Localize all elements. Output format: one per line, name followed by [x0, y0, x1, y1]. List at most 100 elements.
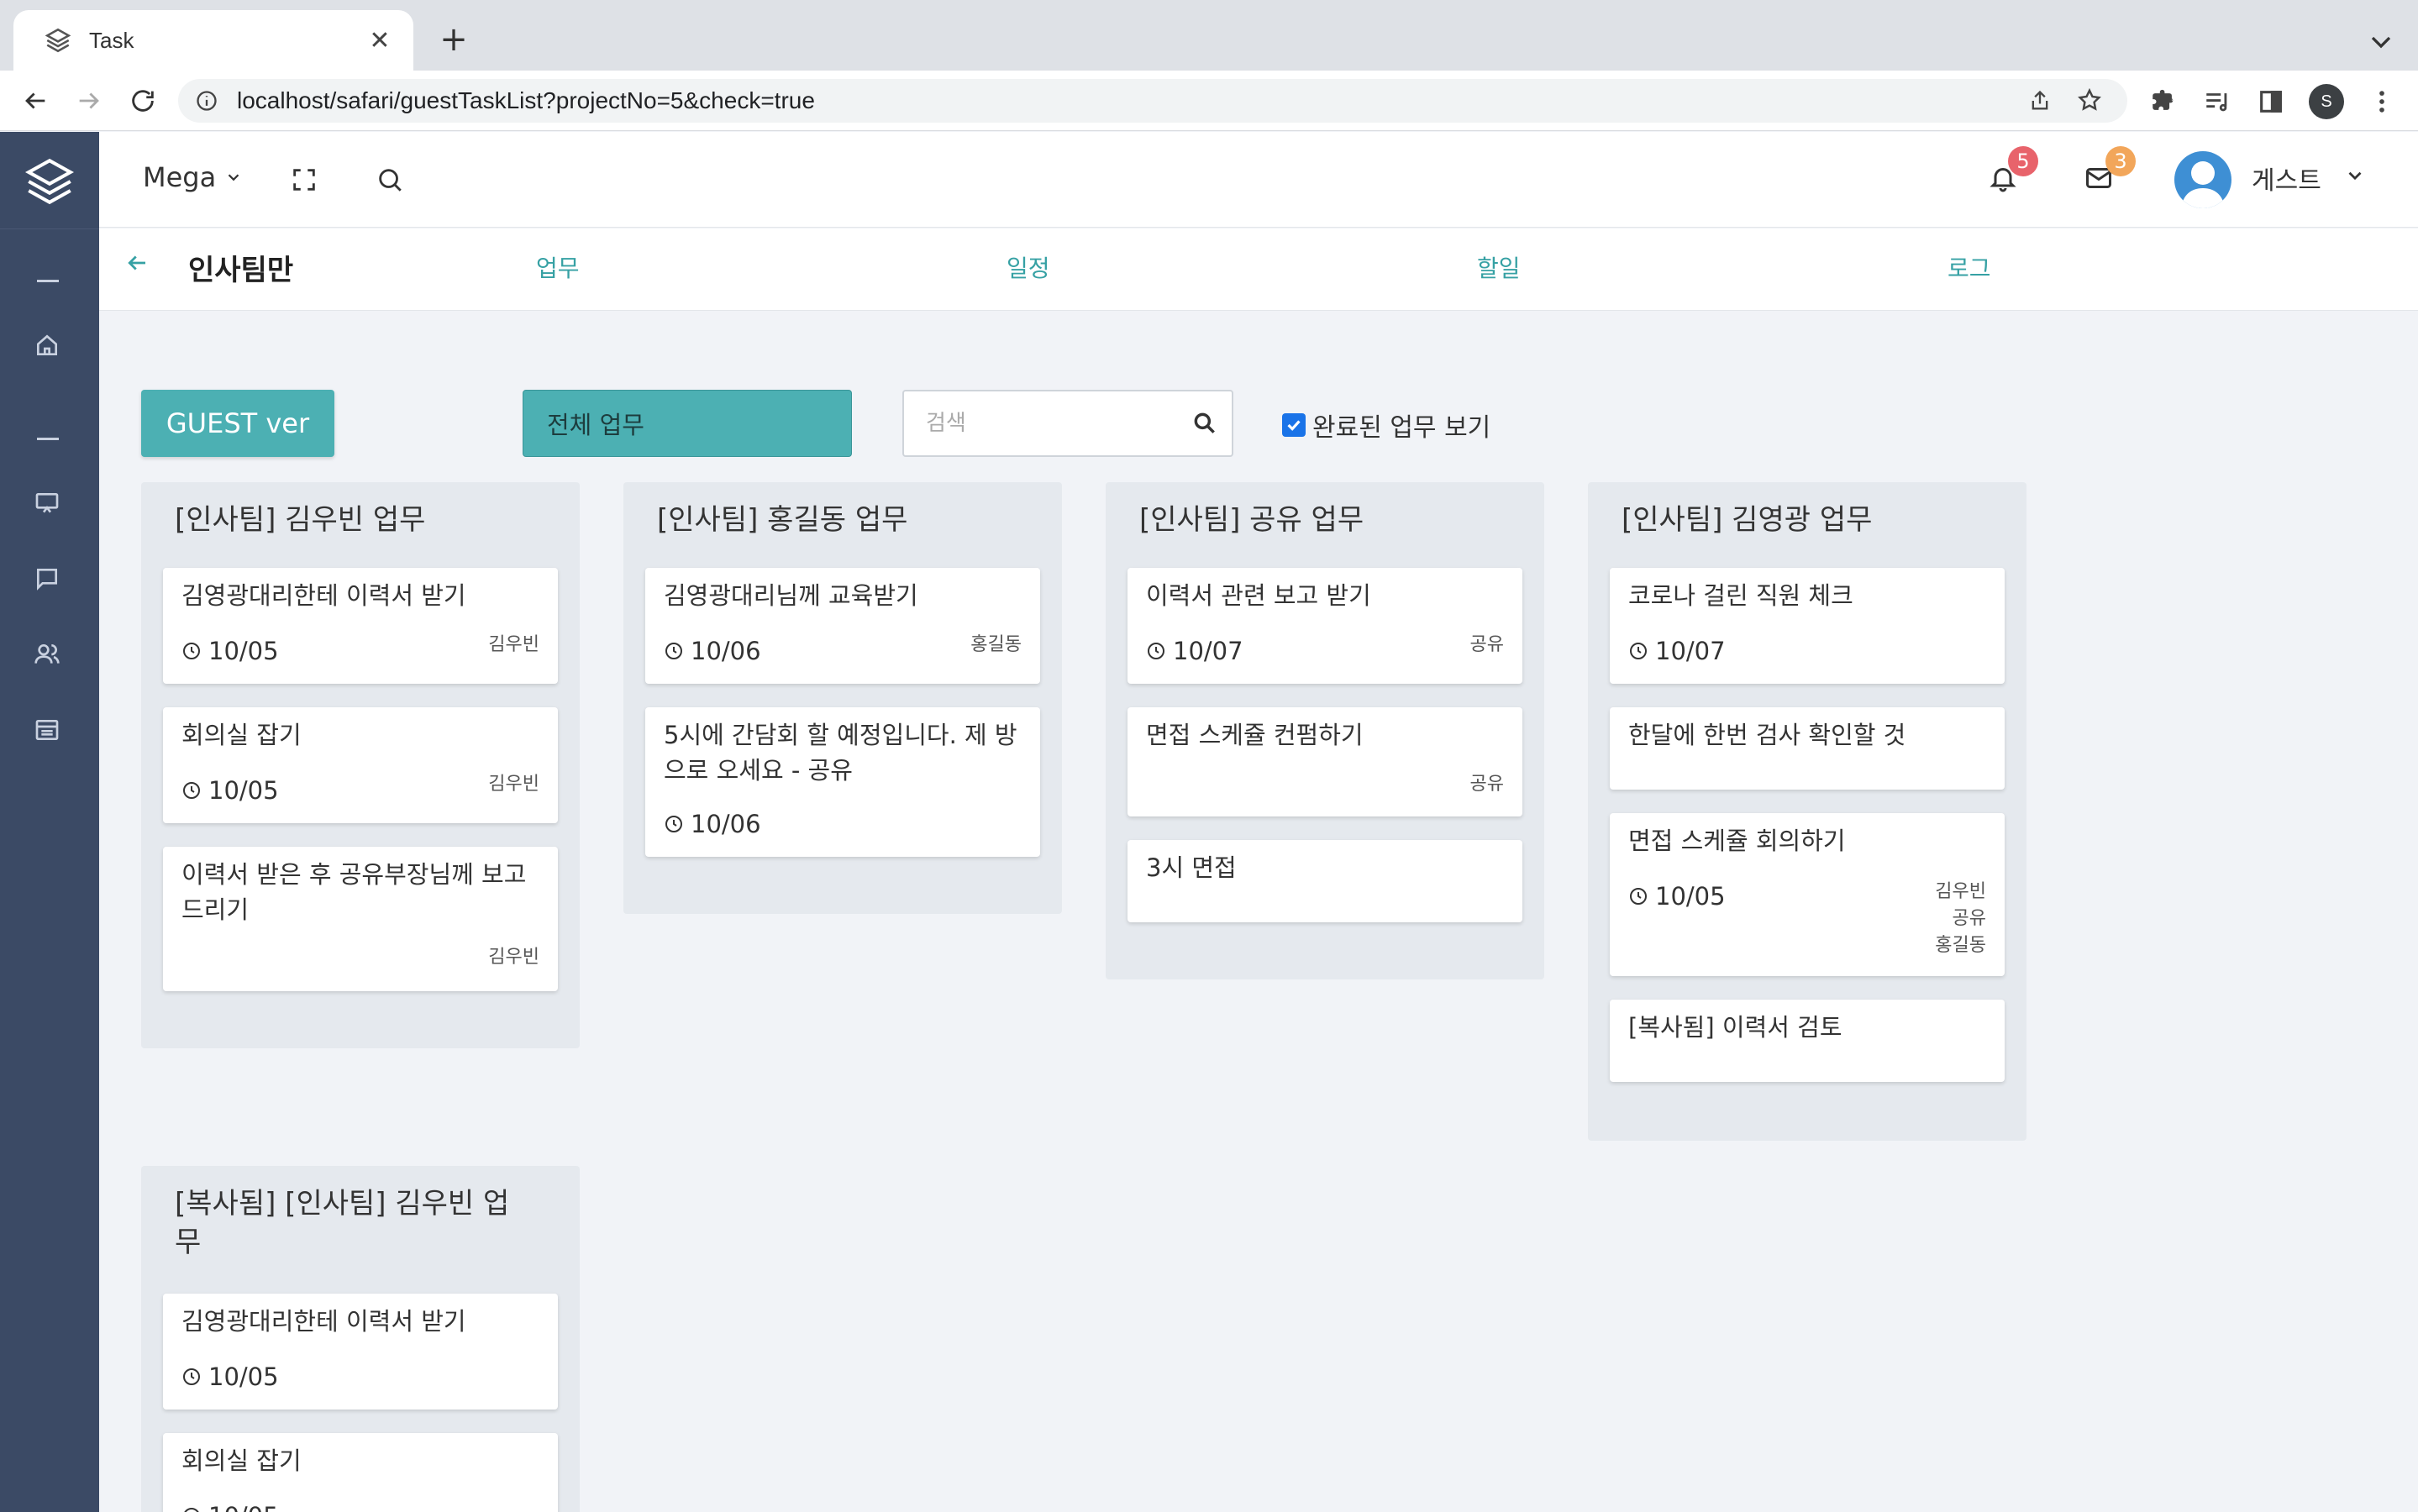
card-date: 10/06: [664, 810, 761, 838]
clock-icon: [183, 643, 200, 659]
all-tasks-button[interactable]: 전체 업무: [523, 390, 852, 457]
search-input[interactable]: [926, 407, 1178, 440]
bookmark-star-icon[interactable]: [2077, 87, 2102, 113]
sidebar-divider: [0, 228, 99, 229]
browser-tab[interactable]: Task ✕: [13, 10, 413, 71]
fullscreen-icon[interactable]: [289, 165, 319, 195]
search-icon[interactable]: [375, 165, 405, 195]
task-card[interactable]: 3시 면접: [1128, 840, 1522, 922]
task-card[interactable]: 김영광대리님께 교육받기 10/06 홍길동: [645, 568, 1040, 684]
task-column: [인사팀] 김우빈 업무 김영광대리한테 이력서 받기 10/05 김우빈 회의…: [141, 482, 580, 1048]
card-date: 10/05: [181, 776, 279, 805]
browser-tabstrip: Task ✕ +: [0, 0, 2418, 71]
card-title: 5시에 간담회 할 예정입니다. 제 방으로 오세요 - 공유: [664, 721, 1017, 785]
clock-icon: [183, 782, 200, 799]
tab-close-icon[interactable]: ✕: [363, 26, 397, 55]
task-card[interactable]: 코로나 걸린 직원 체크 10/07: [1610, 568, 2005, 684]
task-card[interactable]: 한달에 한번 검사 확인할 것: [1610, 707, 2005, 790]
app-logo-icon[interactable]: [22, 154, 77, 209]
show-completed-label: 완료된 업무 보기: [1312, 413, 1491, 443]
task-card[interactable]: 회의실 잡기 10/05: [163, 1433, 558, 1512]
reload-icon[interactable]: [126, 84, 160, 118]
tab-log[interactable]: 로그: [1948, 250, 1991, 284]
card-title: 면접 스케쥴 컨펌하기: [1146, 721, 1364, 749]
tab-todo[interactable]: 할일: [1477, 250, 1521, 284]
chat-icon[interactable]: [32, 564, 62, 594]
task-card[interactable]: 회의실 잡기 10/05 김우빈: [163, 707, 558, 823]
share-icon[interactable]: [2028, 89, 2052, 113]
user-name[interactable]: 게스트: [2252, 160, 2321, 197]
project-subnav: [99, 228, 2418, 311]
show-completed-toggle[interactable]: 완료된 업무 보기: [1282, 407, 1490, 444]
task-card[interactable]: 김영광대리한테 이력서 받기 10/05 김우빈: [163, 568, 558, 684]
users-icon[interactable]: [32, 639, 62, 669]
card-title: 3시 면접: [1146, 853, 1237, 882]
presentation-icon[interactable]: [32, 488, 62, 518]
task-card[interactable]: 면접 스케쥴 회의하기 10/05 김우빈 공유 홍길동: [1610, 813, 2005, 976]
card-date-text: 10/06: [691, 810, 761, 838]
card-title: 김영광대리님께 교육받기: [664, 581, 918, 610]
column-title: [인사팀] 김우빈 업무: [175, 503, 426, 537]
list-card-icon[interactable]: [32, 715, 62, 745]
browser-toolbar: localhost/safari/guestTaskList?projectNo…: [0, 71, 2418, 131]
card-date: 10/05: [181, 1502, 279, 1512]
task-card[interactable]: [복사됨] 이력서 검토: [1610, 1000, 2005, 1082]
more-vert-icon[interactable]: [2368, 87, 2396, 116]
chevron-down-icon[interactable]: [2364, 25, 2398, 59]
home-icon[interactable]: [32, 330, 62, 360]
task-card[interactable]: 김영광대리한테 이력서 받기 10/05: [163, 1294, 558, 1410]
task-card[interactable]: 이력서 관련 보고 받기 10/07 공유: [1128, 568, 1522, 684]
clock-icon: [665, 643, 682, 659]
card-date-text: 10/05: [1655, 882, 1726, 911]
card-title: 김영광대리한테 이력서 받기: [181, 1307, 466, 1336]
new-tab-button[interactable]: +: [437, 20, 470, 59]
card-assignee: 김우빈: [488, 634, 539, 655]
app-sidebar: [0, 132, 99, 1512]
avatar[interactable]: [2174, 151, 2231, 208]
back-arrow-icon[interactable]: [18, 84, 52, 118]
tab-tasks[interactable]: 업무: [536, 250, 580, 284]
app-topbar: [99, 132, 2418, 228]
task-card[interactable]: 면접 스케쥴 컨펌하기 공유: [1128, 707, 1522, 816]
task-card[interactable]: 5시에 간담회 할 예정입니다. 제 방으로 오세요 - 공유 10/06: [645, 707, 1040, 857]
media-queue-icon[interactable]: [2203, 87, 2231, 116]
extensions-icon[interactable]: [2149, 87, 2178, 116]
show-completed-checkbox[interactable]: [1282, 413, 1306, 437]
chevron-down-icon[interactable]: [2344, 165, 2366, 186]
back-arrow-icon[interactable]: [124, 250, 150, 276]
info-icon[interactable]: [195, 89, 218, 113]
column-title: [복사됨] [인사팀] 김우빈 업무: [175, 1187, 510, 1259]
card-assignee: 공유: [1469, 774, 1504, 795]
browser-profile-avatar[interactable]: S: [2309, 84, 2344, 119]
card-date-text: 10/05: [208, 637, 279, 665]
task-column: [인사팀] 공유 업무 이력서 관련 보고 받기 10/07 공유 면접 스케쥴…: [1106, 482, 1544, 979]
card-date-text: 10/06: [691, 637, 761, 665]
layers-icon: [44, 26, 72, 55]
project-title: 인사팀만: [188, 254, 294, 287]
address-bar[interactable]: localhost/safari/guestTaskList?projectNo…: [178, 79, 2127, 123]
forward-arrow-icon[interactable]: [72, 84, 106, 118]
card-date: 10/05: [1628, 882, 1726, 911]
card-date-text: 10/07: [1655, 637, 1726, 665]
workspace-dropdown[interactable]: Mega: [143, 161, 243, 193]
guest-version-button[interactable]: GUEST ver: [141, 390, 334, 457]
task-column: [복사됨] [인사팀] 김우빈 업무 김영광대리한테 이력서 받기 10/05 …: [141, 1166, 580, 1512]
sidebar-section-dash: [37, 438, 59, 440]
card-assignee: 홍길동: [1935, 935, 1986, 956]
card-title: 이력서 관련 보고 받기: [1146, 581, 1371, 610]
card-assignee: 공유: [1952, 908, 1986, 929]
card-assignee-list: 김우빈 공유 홍길동: [1935, 879, 1986, 959]
clock-icon: [665, 816, 682, 832]
card-title: 한달에 한번 검사 확인할 것: [1628, 721, 1906, 749]
column-title: [인사팀] 공유 업무: [1139, 503, 1364, 537]
task-column: [인사팀] 김영광 업무 코로나 걸린 직원 체크 10/07 한달에 한번 검…: [1588, 482, 2026, 1141]
chevron-down-icon: [228, 174, 239, 181]
clock-icon: [183, 1368, 200, 1385]
search-icon[interactable]: [1191, 410, 1220, 438]
card-title: 회의실 잡기: [181, 1446, 302, 1475]
tab-schedule[interactable]: 일정: [1007, 250, 1050, 284]
search-field: [902, 390, 1233, 457]
side-panel-icon[interactable]: [2257, 87, 2285, 116]
task-card[interactable]: 이력서 받은 후 공유부장님께 보고드리기 김우빈: [163, 847, 558, 991]
card-title: 회의실 잡기: [181, 721, 302, 749]
